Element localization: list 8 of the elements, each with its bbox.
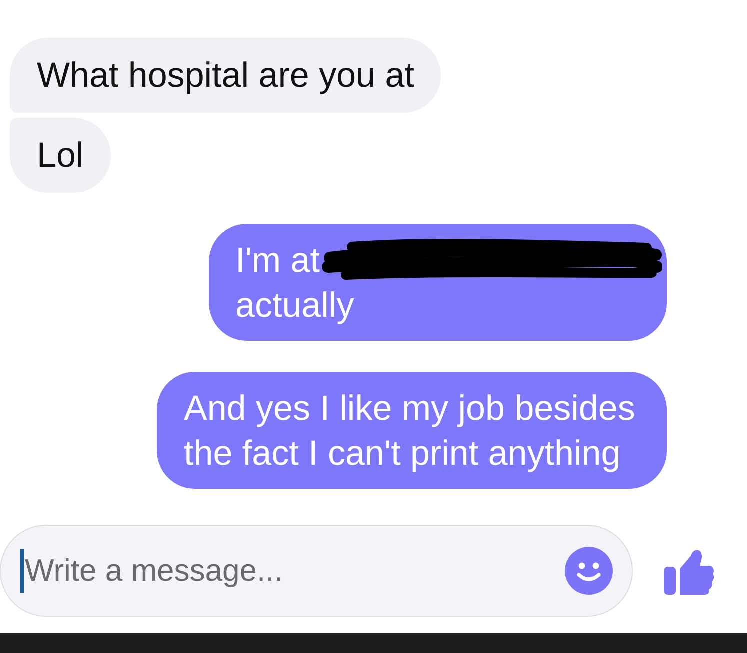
message-text: actually — [236, 284, 356, 326]
received-message: Lol — [10, 118, 111, 193]
emoji-icon[interactable] — [565, 547, 613, 595]
message-input[interactable]: Write a message... — [0, 525, 633, 617]
message-text: I'm at — [236, 240, 320, 282]
sent-message: And yes I like my job besides the fact I can't print anything — [157, 372, 667, 489]
received-message: What hospital are you at — [10, 38, 442, 113]
thumbs-up-icon[interactable] — [664, 547, 714, 595]
